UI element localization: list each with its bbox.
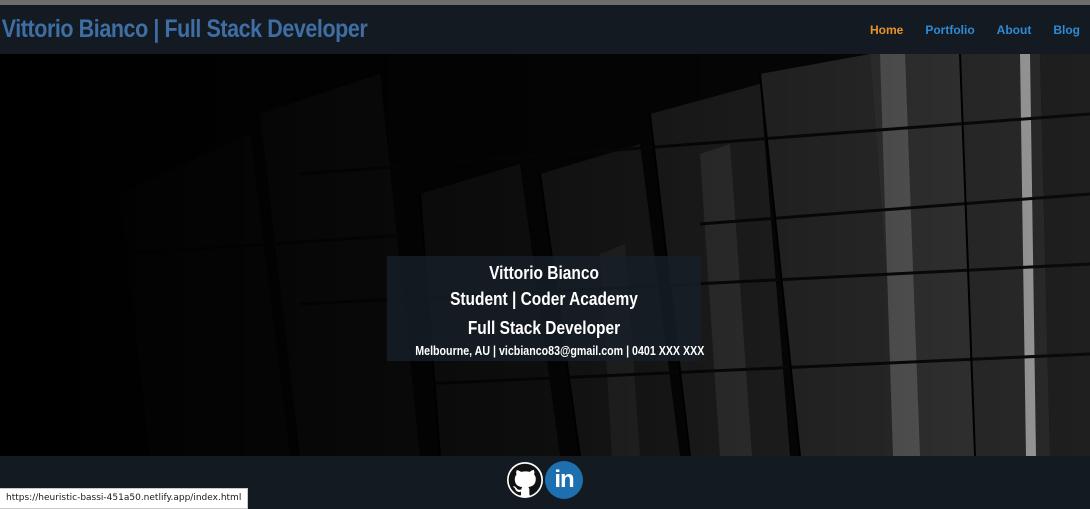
nav-home-link[interactable]: Home: [870, 23, 903, 37]
nav-about-link[interactable]: About: [997, 23, 1032, 37]
github-icon[interactable]: [507, 462, 543, 498]
hero-background-image: [0, 54, 1090, 456]
nav-portfolio-link[interactable]: Portfolio: [925, 23, 974, 37]
profile-role: Student | Coder Academy: [450, 289, 638, 309]
site-header: Vittorio Bianco | Full Stack Developer H…: [0, 5, 1090, 54]
profile-contact: Melbourne, AU | vicbianco83@gmail.com | …: [415, 343, 705, 358]
status-bar-url: https://heuristic-bassi-451a50.netlify.a…: [0, 488, 249, 509]
social-links: in: [507, 461, 583, 499]
nav-blog-link[interactable]: Blog: [1053, 23, 1080, 37]
intro-card: Vittorio Bianco Student | Coder Academy …: [387, 256, 705, 361]
site-title[interactable]: Vittorio Bianco | Full Stack Developer: [0, 15, 368, 44]
profile-name: Vittorio Bianco: [489, 263, 599, 283]
linkedin-icon[interactable]: in: [545, 461, 583, 499]
profile-title: Full Stack Developer: [467, 318, 621, 338]
hero-section: Vittorio Bianco Student | Coder Academy …: [0, 54, 1090, 456]
main-nav: Home Portfolio About Blog: [848, 23, 1090, 37]
